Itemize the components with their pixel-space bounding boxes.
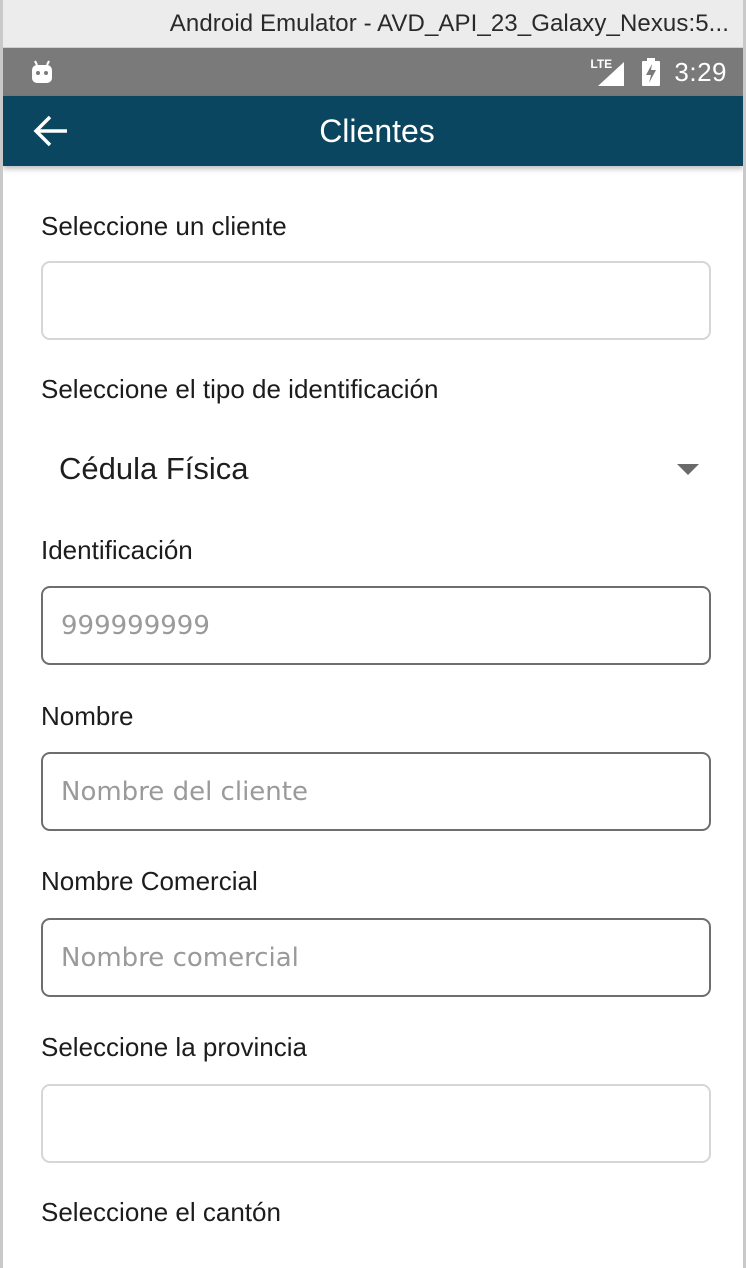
arrow-left-icon — [33, 115, 67, 147]
app-bar: Clientes — [3, 96, 743, 166]
id-type-value: Cédula Física — [59, 451, 249, 486]
province-select[interactable] — [41, 1084, 711, 1163]
client-select[interactable] — [41, 261, 711, 340]
commercial-name-label: Nombre Comercial — [41, 866, 258, 896]
client-form: Seleccione un cliente Seleccione el tipo… — [3, 166, 743, 1268]
dropdown-arrow-icon — [677, 463, 699, 475]
name-input[interactable]: Nombre del cliente — [41, 752, 711, 831]
canton-label: Seleccione el cantón — [41, 1197, 281, 1227]
battery-charging-icon — [642, 58, 661, 86]
back-button[interactable] — [33, 108, 93, 154]
province-label: Seleccione la provincia — [41, 1032, 307, 1062]
status-time: 3:29 — [674, 56, 727, 87]
identification-label: Identificación — [41, 535, 193, 565]
window-title: Android Emulator - AVD_API_23_Galaxy_Nex… — [169, 9, 729, 37]
status-icons: LTE 3:29 — [590, 57, 727, 88]
id-type-picker[interactable]: Cédula Física — [41, 437, 711, 501]
identification-input[interactable]: 999999999 — [41, 586, 711, 665]
android-icon — [29, 59, 55, 85]
id-type-label: Seleccione el tipo de identificación — [41, 374, 439, 404]
emulator-window: Android Emulator - AVD_API_23_Galaxy_Nex… — [0, 0, 746, 1268]
lte-signal-icon: LTE — [590, 58, 628, 86]
status-bar: LTE 3:29 — [3, 48, 743, 96]
commercial-name-input[interactable]: Nombre comercial — [41, 918, 711, 997]
name-label: Nombre — [41, 701, 134, 731]
emulator-title-bar: Android Emulator - AVD_API_23_Galaxy_Nex… — [3, 0, 743, 48]
client-label: Seleccione un cliente — [41, 211, 287, 241]
page-title: Clientes — [319, 112, 435, 149]
